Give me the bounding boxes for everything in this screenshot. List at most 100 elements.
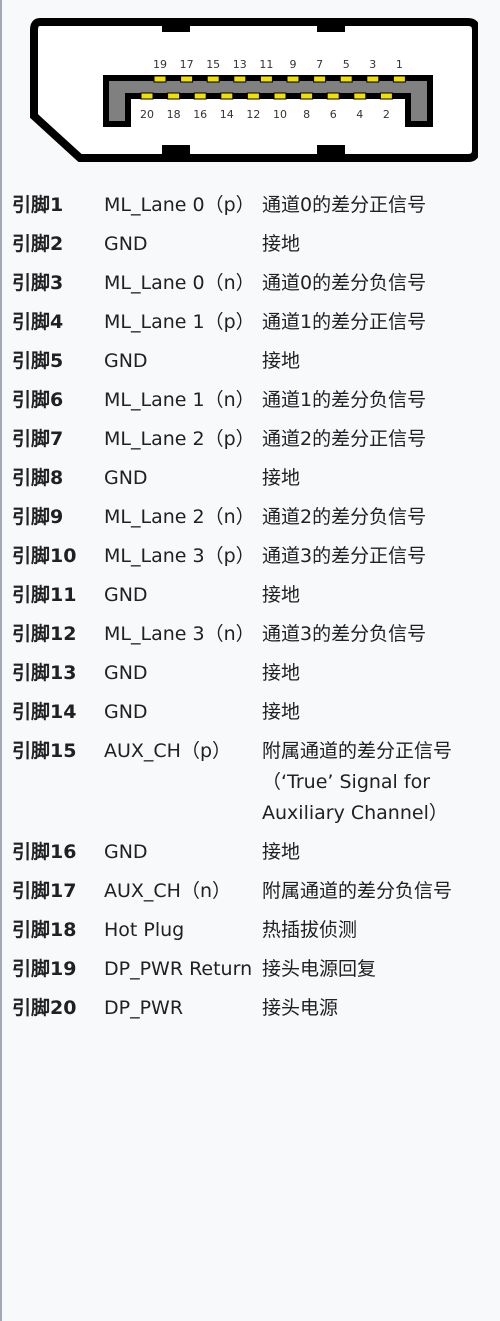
pin-contact	[220, 92, 234, 100]
pin-label: 3	[369, 58, 376, 71]
pin-contact	[300, 92, 314, 100]
pin-description: 通道1的差分正信号	[262, 311, 427, 333]
pin-label: 1	[396, 58, 403, 71]
pin-row: 引脚2 GND 接地	[12, 229, 492, 268]
pin-number: 引脚5	[12, 350, 64, 372]
pin-number: 引脚14	[12, 701, 77, 723]
pin-label: 15	[206, 58, 220, 71]
pin-table: 引脚1 ML_Lane 0（p） 通道0的差分正信号 引脚2 GND 接地 引脚3 ML_La…	[12, 190, 492, 1032]
pin-number: 引脚17	[12, 880, 77, 902]
pin-description: 接地	[262, 467, 301, 489]
pin-signal: GND	[104, 701, 148, 723]
pin-signal: ML_Lane 2（n）	[104, 506, 255, 528]
pin-signal: GND	[104, 350, 148, 372]
pin-row: 引脚10 ML_Lane 3（p） 通道3的差分正信号	[12, 541, 492, 580]
pin-row: 引脚13 GND 接地	[12, 658, 492, 697]
pin-number: 引脚20	[12, 997, 77, 1019]
pin-label: 6	[330, 108, 337, 121]
pin-description: 热插拔侦测	[262, 919, 358, 941]
pin-number: 引脚13	[12, 662, 77, 684]
pin-contact	[339, 75, 353, 83]
pin-description: 通道0的差分正信号	[262, 194, 427, 216]
pin-contact	[273, 92, 287, 100]
pin-signal: ML_Lane 0（n）	[104, 272, 255, 294]
pin-description: 附属通道的差分正信号（‘True’ Signal for Auxiliary C…	[262, 740, 453, 824]
pin-label: 5	[343, 58, 350, 71]
pin-description: 通道2的差分负信号	[262, 506, 427, 528]
pin-number: 引脚9	[12, 506, 64, 528]
pin-description: 接地	[262, 841, 301, 863]
pin-number: 引脚18	[12, 919, 77, 941]
pin-label: 17	[180, 58, 194, 71]
pin-label: 19	[153, 58, 167, 71]
pin-label: 7	[316, 58, 323, 71]
pin-contact	[153, 75, 167, 83]
pin-row: 引脚15 AUX_CH（p） 附属通道的差分正信号（‘True’ Signal fo…	[12, 736, 492, 837]
pin-label: 2	[383, 108, 390, 121]
pin-signal: ML_Lane 0（p）	[104, 194, 255, 216]
pin-description: 接地	[262, 662, 301, 684]
pin-row: 引脚20 DP_PWR 接头电源	[12, 993, 492, 1032]
latch-bottom-left	[162, 145, 190, 155]
pin-description: 接头电源	[262, 997, 339, 1019]
pin-signal: GND	[104, 584, 148, 606]
pin-description: 附属通道的差分负信号	[262, 880, 453, 902]
pin-contact	[233, 75, 247, 83]
pin-number: 引脚11	[12, 584, 77, 606]
pin-description: 通道3的差分负信号	[262, 623, 427, 645]
pin-contact	[366, 75, 380, 83]
pin-contact	[286, 75, 300, 83]
pin-row: 引脚17 AUX_CH（n） 附属通道的差分负信号	[12, 876, 492, 915]
pin-description: 接地	[262, 233, 301, 255]
pin-contact	[313, 75, 327, 83]
pin-contact	[206, 75, 220, 83]
pin-contact	[379, 92, 393, 100]
pin-signal: ML_Lane 2（p）	[104, 428, 255, 450]
pin-label: 20	[140, 108, 154, 121]
pin-signal: ML_Lane 3（p）	[104, 545, 255, 567]
pin-label: 12	[246, 108, 260, 121]
pin-row: 引脚9 ML_Lane 2（n） 通道2的差分负信号	[12, 502, 492, 541]
pin-contact	[353, 92, 367, 100]
latch-top-left	[162, 22, 190, 32]
pin-signal: Hot Plug	[104, 919, 185, 941]
pin-row: 引脚3 ML_Lane 0（n） 通道0的差分负信号	[12, 268, 492, 307]
pin-number: 引脚3	[12, 272, 64, 294]
pin-number: 引脚7	[12, 428, 64, 450]
pin-label: 13	[233, 58, 247, 71]
pin-signal: DP_PWR Return	[104, 958, 253, 980]
pin-signal: AUX_CH（p）	[104, 740, 232, 762]
pin-number: 引脚8	[12, 467, 64, 489]
pin-number: 引脚15	[12, 740, 77, 762]
pin-description: 通道1的差分负信号	[262, 389, 427, 411]
pin-label: 4	[356, 108, 363, 121]
latch-top-right	[317, 22, 345, 32]
pin-number: 引脚2	[12, 233, 64, 255]
pin-contact	[167, 92, 181, 100]
pin-signal: AUX_CH（n）	[104, 880, 232, 902]
pin-contact	[392, 75, 406, 83]
pin-description: 接头电源回复	[262, 958, 377, 980]
pin-row: 引脚4 ML_Lane 1（p） 通道1的差分正信号	[12, 307, 492, 346]
pin-contact	[180, 75, 194, 83]
pin-signal: ML_Lane 3（n）	[104, 623, 255, 645]
pin-label: 18	[167, 108, 181, 121]
pin-description: 接地	[262, 350, 301, 372]
pin-contact	[140, 92, 154, 100]
pin-label: 9	[290, 58, 297, 71]
pin-contact	[193, 92, 207, 100]
pin-contact	[326, 92, 340, 100]
pin-signal: GND	[104, 233, 148, 255]
pin-row: 引脚8 GND 接地	[12, 463, 492, 502]
pin-label: 8	[303, 108, 310, 121]
pin-signal: GND	[104, 841, 148, 863]
pin-number: 引脚19	[12, 958, 77, 980]
pin-signal: GND	[104, 662, 148, 684]
pin-row: 引脚1 ML_Lane 0（p） 通道0的差分正信号	[12, 190, 492, 229]
pin-row: 引脚12 ML_Lane 3（n） 通道3的差分负信号	[12, 619, 492, 658]
pin-number: 引脚1	[12, 194, 64, 216]
pin-row: 引脚19 DP_PWR Return 接头电源回复	[12, 954, 492, 993]
pin-number: 引脚10	[12, 545, 77, 567]
pin-description: 通道3的差分正信号	[262, 545, 427, 567]
pin-number: 引脚12	[12, 623, 77, 645]
